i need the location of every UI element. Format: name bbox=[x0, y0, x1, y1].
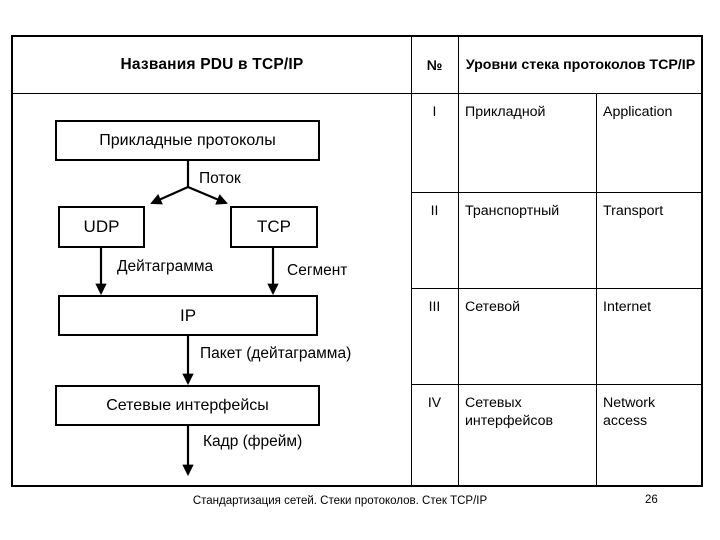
diagram-box-tcp[interactable]: TCP bbox=[230, 206, 318, 248]
table-row: III bbox=[411, 288, 458, 384]
row-number: I bbox=[432, 103, 437, 119]
diagram-label-packet: Пакет (дейтаграмма) bbox=[200, 345, 352, 362]
table-row: II bbox=[411, 192, 458, 288]
row-level-ru-text: Сетевых интерфейсов bbox=[465, 395, 554, 430]
diagram-label-datagram: Дейтаграмма bbox=[117, 258, 214, 275]
diagram-box-ip[interactable]: IP bbox=[58, 295, 318, 336]
table-header-number: № bbox=[426, 57, 443, 73]
diagram-label-frame: Кадр (фрейм) bbox=[203, 433, 303, 450]
row-number: II bbox=[430, 202, 439, 218]
footer-page-number: 26 bbox=[645, 494, 658, 506]
table-row: I bbox=[411, 93, 458, 192]
table-row: IV bbox=[411, 384, 458, 487]
table-header-levels-title: Уровни стека протоколов TCP/IP bbox=[465, 56, 696, 73]
row-level-ru: Сетевых интерфейсов bbox=[458, 384, 596, 487]
diagram-box-application-protocols[interactable]: Прикладные протоколы bbox=[55, 120, 320, 161]
row-level-en-text: Network access bbox=[603, 395, 656, 430]
diagram-box-udp[interactable]: UDP bbox=[58, 206, 145, 248]
row-level-en: Application bbox=[596, 93, 703, 192]
row-level-ru-text: Сетевой bbox=[465, 299, 521, 315]
row-level-en-text: Transport bbox=[603, 203, 664, 219]
row-level-ru: Прикладной bbox=[458, 93, 596, 192]
row-level-ru-text: Прикладной bbox=[465, 104, 546, 120]
diagram-label-segment: Сегмент bbox=[287, 262, 348, 279]
row-level-ru-text: Транспортный bbox=[465, 203, 560, 219]
row-level-en: Network access bbox=[596, 384, 703, 487]
row-number: IV bbox=[427, 394, 442, 410]
row-level-en-text: Internet bbox=[603, 299, 652, 315]
row-level-ru: Сетевой bbox=[458, 288, 596, 384]
slide-canvas: Названия PDU в TCP/IP № Уровни стека про… bbox=[0, 0, 720, 540]
row-level-ru: Транспортный bbox=[458, 192, 596, 288]
row-number: III bbox=[428, 298, 441, 314]
table-header-pdu-title: Названия PDU в TCP/IP bbox=[120, 56, 304, 73]
diagram-label-stream: Поток bbox=[199, 170, 241, 187]
diagram-box-network-interfaces[interactable]: Сетевые интерфейсы bbox=[55, 385, 320, 426]
row-level-en: Internet bbox=[596, 288, 703, 384]
row-level-en-text: Application bbox=[603, 104, 673, 120]
footer-caption: Стандартизация сетей. Стеки протоколов. … bbox=[192, 495, 488, 507]
row-level-en: Transport bbox=[596, 192, 703, 288]
